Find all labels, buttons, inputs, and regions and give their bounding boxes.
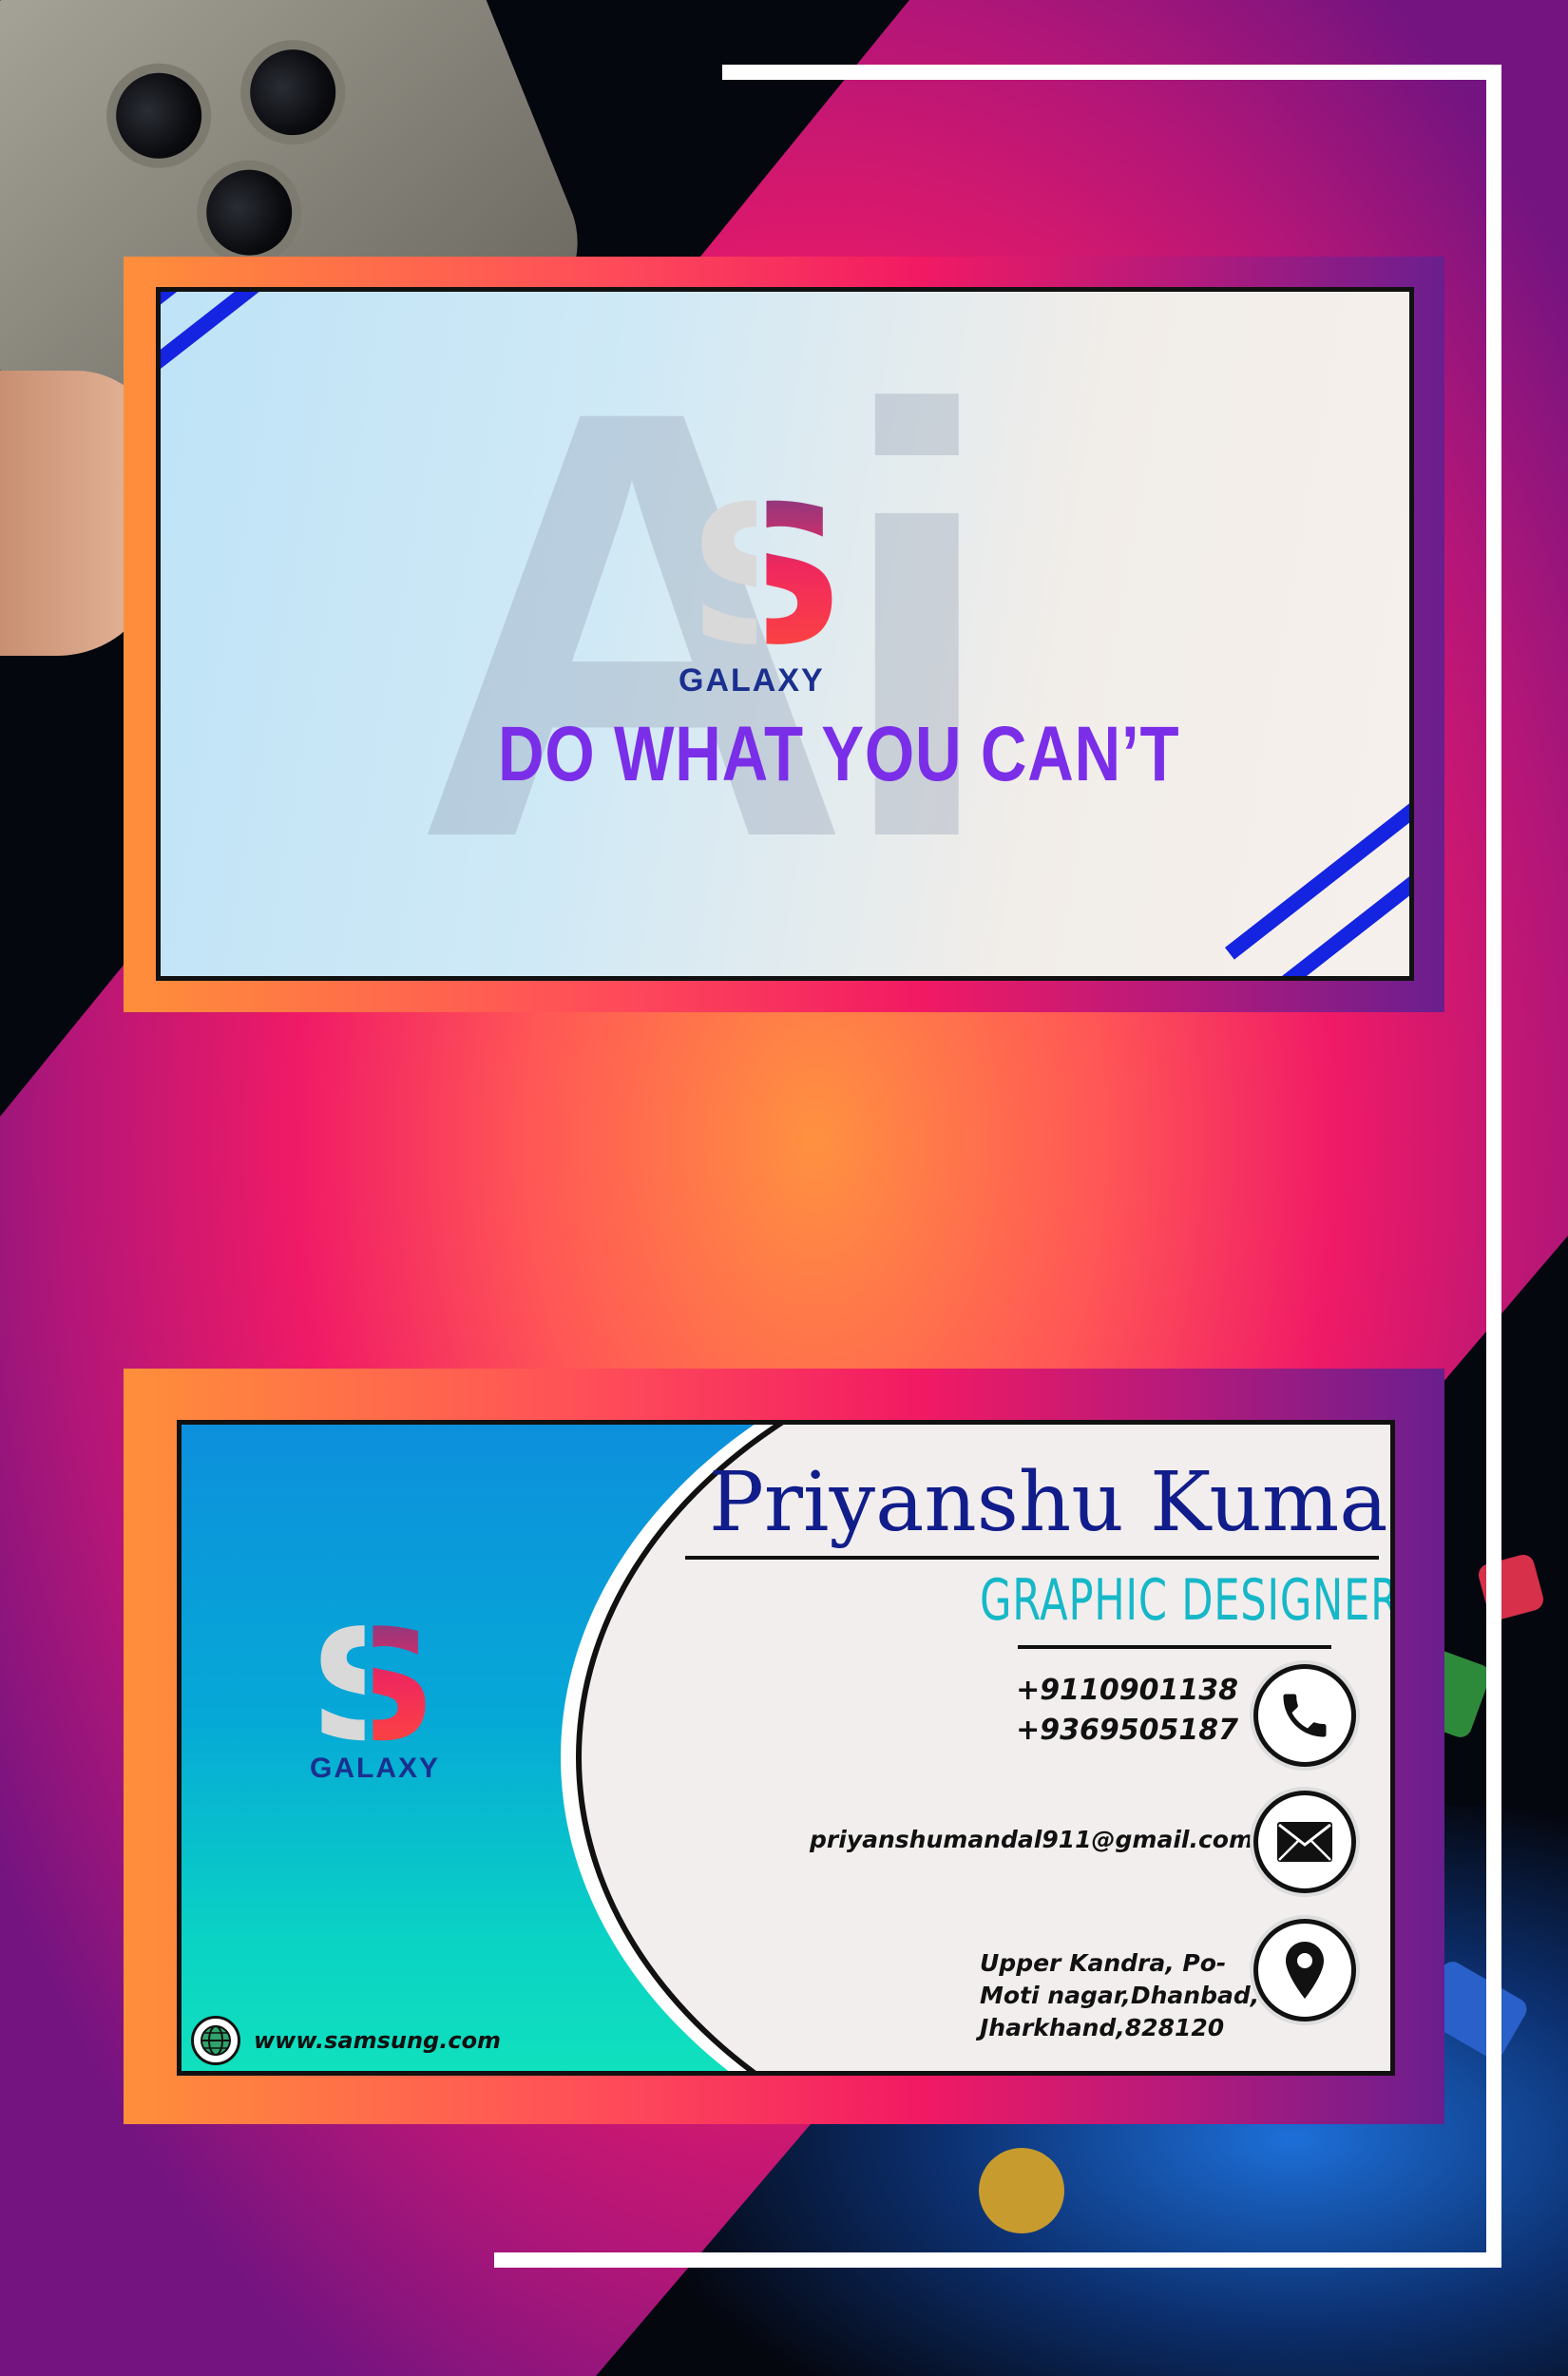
galaxy-logo: S S GALAXY: [679, 482, 878, 700]
phone-number-1[interactable]: +9110901138: [1016, 1674, 1238, 1707]
corner-stripe: [1225, 772, 1409, 960]
website-row: www.samsung.com: [191, 2016, 501, 2065]
title-divider: [1018, 1645, 1331, 1649]
front-card-face: Ai S S GALAXY DO WHAT YOU CAN’T: [156, 287, 1414, 981]
website-link[interactable]: www.samsung.com: [254, 2027, 501, 2054]
back-card-face: S S GALAXY www.samsung.com Priyanshu Kum…: [177, 1420, 1395, 2076]
logo-brand-text: GALAXY: [310, 1753, 441, 1784]
person-name: Priyanshu Kumar: [709, 1455, 1395, 1550]
back-card: S S GALAXY www.samsung.com Priyanshu Kum…: [124, 1369, 1444, 2124]
job-title: GRAPHIC DESIGNER: [980, 1567, 1395, 1634]
address: Upper Kandra, Po-Moti nagar,Dhanbad, Jha…: [980, 1949, 1260, 2041]
mail-icon: [1253, 1791, 1356, 1893]
corner-stripe: [161, 292, 357, 392]
front-card: Ai S S GALAXY DO WHAT YOU CAN’T: [124, 257, 1444, 1012]
galaxy-logo: S S GALAXY: [310, 1610, 452, 1800]
tagline: DO WHAT YOU CAN’T: [498, 711, 1180, 797]
email-address[interactable]: priyanshumandal911@gmail.com: [810, 1826, 1253, 1853]
logo-brand-text: GALAXY: [679, 662, 825, 699]
location-pin-icon: [1253, 1919, 1356, 2022]
globe-icon: [191, 2016, 240, 2065]
phone-icon: [1253, 1664, 1356, 1767]
name-divider: [685, 1556, 1379, 1560]
white-frame-bottom: [494, 2252, 1501, 2268]
phone-number-2[interactable]: +9369505187: [1016, 1714, 1238, 1747]
